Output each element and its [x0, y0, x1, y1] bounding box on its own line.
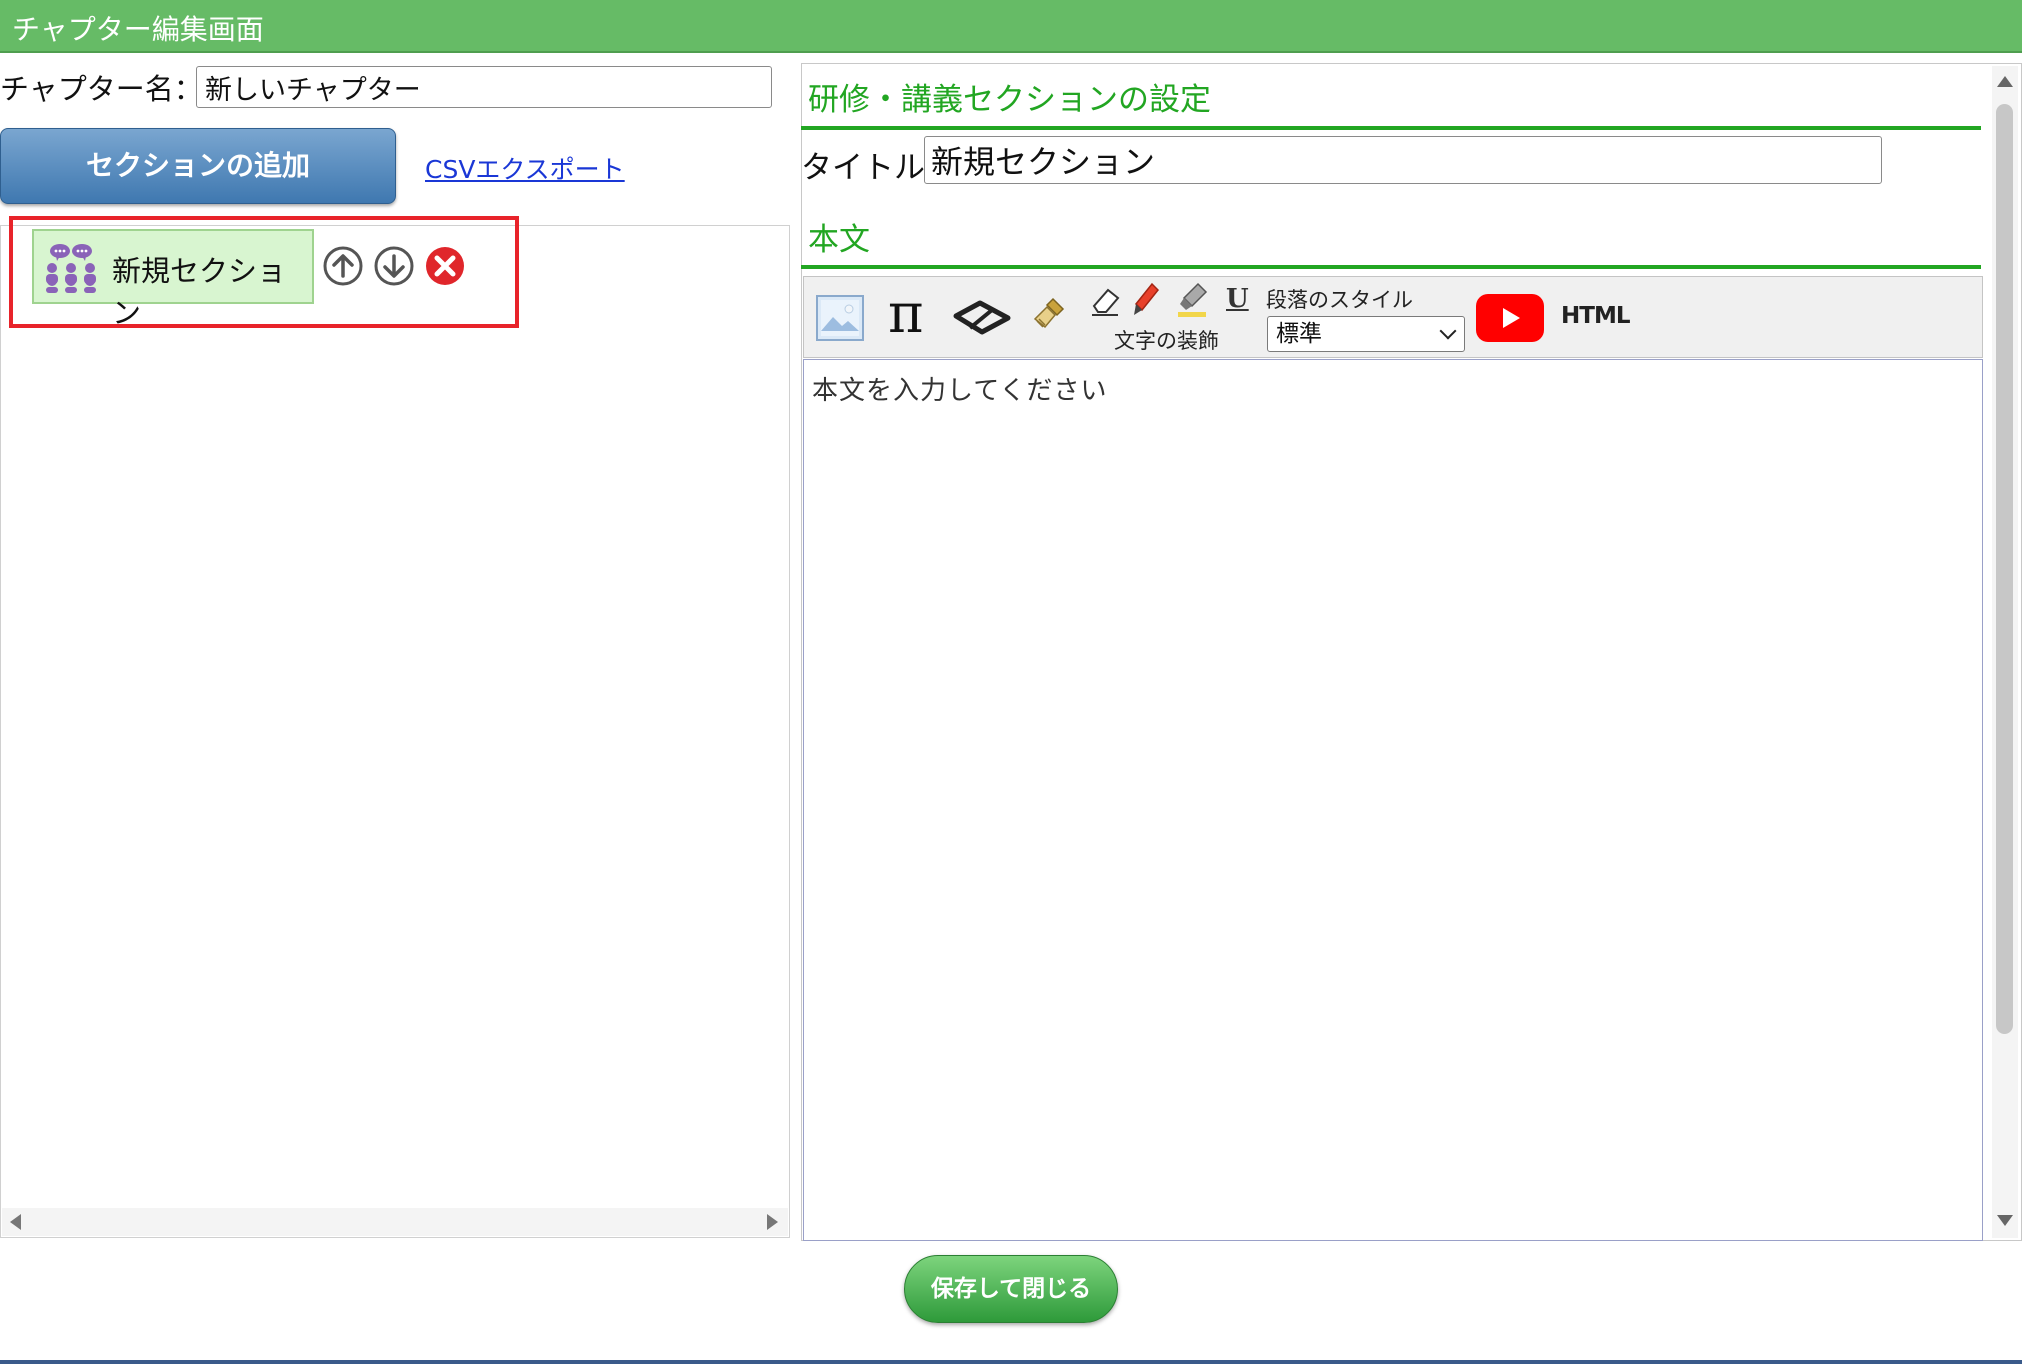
- highlight-marker-icon[interactable]: [1176, 282, 1208, 318]
- csv-export-link[interactable]: CSVエクスポート: [425, 150, 625, 186]
- chapter-name-label: チャプター名：: [0, 72, 203, 106]
- delete-icon[interactable]: [424, 245, 466, 287]
- youtube-icon[interactable]: [1476, 294, 1544, 342]
- bottom-border: [0, 1360, 2022, 1364]
- settings-heading: 研修・講義セクションの設定: [808, 82, 1211, 118]
- title-label: タイトル:: [801, 150, 936, 186]
- html-source-icon[interactable]: HTML: [1561, 303, 1630, 329]
- section-list-panel: [0, 225, 790, 1238]
- body-heading: 本文: [808, 222, 870, 258]
- body-editor[interactable]: [803, 359, 1983, 1241]
- insert-image-icon[interactable]: [816, 295, 864, 341]
- chapter-name-input[interactable]: [196, 66, 772, 108]
- scroll-right-arrow-icon[interactable]: [767, 1214, 778, 1230]
- move-down-icon[interactable]: [373, 245, 415, 287]
- vertical-scrollbar[interactable]: [1992, 66, 2018, 1238]
- eraser-icon[interactable]: [1090, 284, 1120, 318]
- scroll-up-arrow-icon[interactable]: [1997, 76, 2013, 87]
- body-divider: [801, 265, 1981, 269]
- text-color-pen-icon[interactable]: [1130, 282, 1160, 318]
- people-icon: [46, 244, 96, 293]
- save-and-close-button[interactable]: 保存して閉じる: [904, 1255, 1118, 1323]
- editor-placeholder: 本文を入力してください: [812, 376, 1108, 406]
- format-brush-icon[interactable]: [1031, 295, 1067, 335]
- paragraph-style-value: 標準: [1276, 321, 1322, 347]
- scroll-down-arrow-icon[interactable]: [1997, 1215, 2013, 1226]
- text-decoration-label: 文字の装飾: [1114, 329, 1219, 353]
- horizontal-scrollbar[interactable]: [2, 1208, 788, 1236]
- chevron-down-icon: [1439, 322, 1457, 340]
- insert-shape-icon[interactable]: [952, 298, 1012, 338]
- window-title: チャプター編集画面: [12, 13, 264, 46]
- scroll-left-arrow-icon[interactable]: [10, 1214, 21, 1230]
- add-section-button[interactable]: セクションの追加: [0, 128, 396, 204]
- title-bar: チャプター編集画面: [0, 0, 2022, 53]
- section-item-label: 新規セクション: [112, 254, 287, 330]
- section-title-input[interactable]: [924, 136, 1882, 184]
- paragraph-style-label: 段落のスタイル: [1266, 288, 1413, 312]
- paragraph-style-select[interactable]: 標準: [1267, 316, 1465, 352]
- scroll-thumb[interactable]: [1996, 104, 2013, 1034]
- move-up-icon[interactable]: [322, 245, 364, 287]
- math-formula-icon[interactable]: π: [888, 284, 924, 344]
- heading-divider: [801, 126, 1981, 130]
- section-list-item[interactable]: 新規セクション: [32, 229, 314, 330]
- underline-icon[interactable]: U: [1226, 284, 1249, 314]
